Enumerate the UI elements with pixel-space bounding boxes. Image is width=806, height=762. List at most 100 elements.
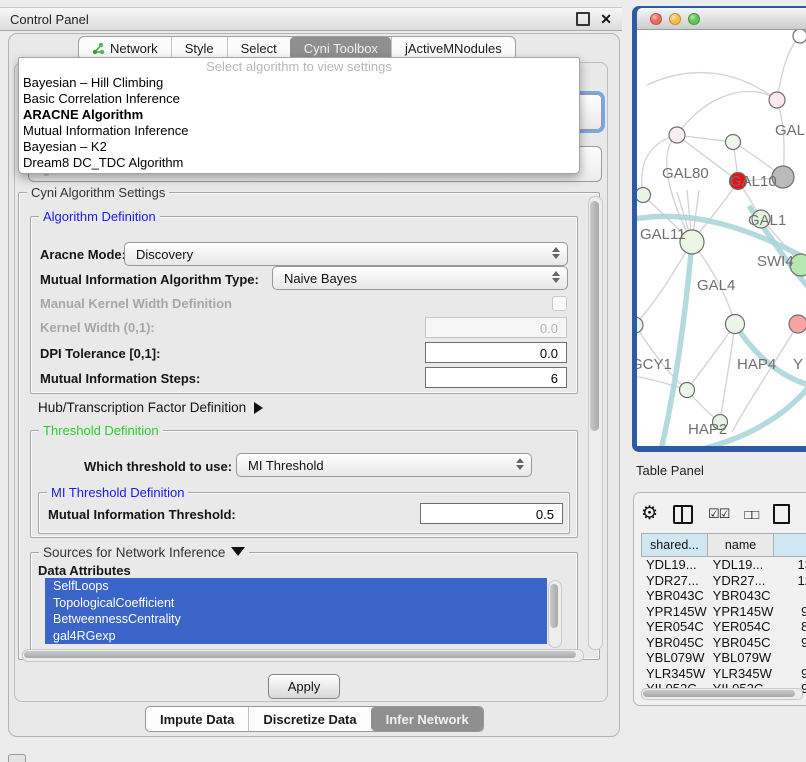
mi-threshold-input[interactable]: 0.5: [420, 503, 563, 524]
table-row[interactable]: YDR27...YDR27...12: [641, 573, 806, 589]
network-node-salmon-node[interactable]: [789, 315, 806, 333]
algorithm-option[interactable]: Bayesian – Hill Climbing: [19, 75, 579, 91]
table-cell[interactable]: YER054C: [708, 619, 775, 635]
network-node-GAL10[interactable]: [726, 135, 741, 150]
table-cell[interactable]: 12: [774, 573, 806, 589]
checked-pair-icon[interactable]: ☑☑: [708, 506, 729, 522]
table-column-header[interactable]: name: [708, 533, 775, 557]
algorithm-option[interactable]: Mutual Information Inference: [19, 123, 579, 139]
network-window-titlebar[interactable]: [637, 8, 806, 30]
network-edge[interactable]: [677, 91, 777, 135]
settings-horizontal-scrollbar-thumb[interactable]: [24, 651, 576, 658]
attributes-scrollbar-thumb[interactable]: [550, 584, 558, 628]
algorithm-option[interactable]: Dream8 DC_TDC Algorithm: [19, 155, 579, 171]
network-edge-thick[interactable]: [661, 242, 692, 446]
kernel-width-input[interactable]: 0.0: [425, 317, 567, 338]
algorithm-option[interactable]: Basic Correlation Inference: [19, 91, 579, 107]
table-cell[interactable]: YLR345W: [641, 666, 708, 682]
network-graph: GALGAL80GAL10GAL1GAL11SWI4GAL4GCY1HAP4YH…: [637, 30, 806, 446]
network-node-pink-top[interactable]: [769, 92, 785, 108]
aracne-mode-combo[interactable]: Discovery: [124, 242, 568, 266]
bottom-tab-impute-data[interactable]: Impute Data: [146, 707, 248, 731]
table-cell[interactable]: 9.: [774, 666, 806, 682]
sources-title[interactable]: Sources for Network Inference: [39, 545, 249, 560]
mi-steps-input[interactable]: 6: [425, 367, 567, 388]
network-node-HAP4[interactable]: [726, 315, 745, 334]
table-cell[interactable]: YPR145W: [641, 604, 708, 620]
table-cell[interactable]: YBR045C: [708, 635, 775, 651]
table-cell[interactable]: YDR27...: [641, 573, 708, 589]
gear-icon[interactable]: ⚙: [641, 504, 658, 524]
algorithm-option[interactable]: Bayesian – K2: [19, 139, 579, 155]
table-horizontal-scrollbar[interactable]: [641, 688, 803, 700]
table-cell[interactable]: [774, 588, 806, 604]
algorithm-option[interactable]: ARACNE Algorithm: [19, 107, 579, 123]
data-attribute-item[interactable]: gal4RGexp: [45, 628, 547, 645]
stepper-icon: [552, 247, 560, 259]
network-edge[interactable]: [777, 36, 800, 100]
apply-button[interactable]: Apply: [268, 674, 340, 699]
table-cell[interactable]: 9.: [774, 604, 806, 620]
table-cell[interactable]: YBR043C: [641, 588, 708, 604]
data-attribute-item[interactable]: BetweennessCentrality: [45, 611, 547, 628]
network-edge-thick[interactable]: [735, 324, 806, 386]
network-edge[interactable]: [647, 73, 777, 100]
mi-type-combo[interactable]: Naive Bayes: [272, 266, 568, 290]
data-attribute-item[interactable]: TopologicalCoefficient: [45, 595, 547, 612]
close-traffic-light-icon[interactable]: [650, 13, 662, 25]
bottom-tab-infer-network[interactable]: Infer Network: [371, 707, 483, 731]
table-row[interactable]: YBR045CYBR045C9.: [641, 635, 806, 651]
network-edge[interactable]: [720, 324, 735, 422]
table-cell[interactable]: [774, 650, 806, 666]
network-node-GCY1-green[interactable]: [637, 317, 643, 333]
unchecked-pair-icon[interactable]: □□: [744, 507, 758, 522]
minimize-traffic-light-icon[interactable]: [669, 13, 681, 25]
table-cell[interactable]: YDL19...: [641, 557, 708, 573]
hub-definition-toggle[interactable]: Hub/Transcription Factor Definition: [38, 400, 263, 415]
table-cell[interactable]: YLR345W: [708, 666, 775, 682]
table-row[interactable]: YDL19...YDL19...13: [641, 557, 806, 573]
table-cell[interactable]: YPR145W: [708, 604, 775, 620]
table-row[interactable]: YLR345WYLR345W9.: [641, 666, 806, 682]
split-columns-icon[interactable]: [673, 505, 693, 524]
table-column-header[interactable]: [774, 533, 806, 557]
table-cell[interactable]: YBR045C: [641, 635, 708, 651]
data-attributes-label: Data Attributes: [38, 563, 131, 578]
table-cell[interactable]: YER054C: [641, 619, 708, 635]
table-horizontal-scrollbar-thumb[interactable]: [643, 690, 795, 697]
table-cell[interactable]: YBL079W: [708, 650, 775, 666]
float-window-icon[interactable]: [576, 12, 590, 26]
close-icon[interactable]: ✕: [600, 14, 612, 24]
table-cell[interactable]: YDL19...: [708, 557, 775, 573]
table-row[interactable]: YER054CYER054C8.: [641, 619, 806, 635]
table-cell[interactable]: 13: [774, 557, 806, 573]
table-cell[interactable]: 9.: [774, 635, 806, 651]
table-row[interactable]: YBL079WYBL079W: [641, 650, 806, 666]
table-row[interactable]: YBR043CYBR043C: [641, 588, 806, 604]
table-cell[interactable]: 8.: [774, 619, 806, 635]
data-attribute-item[interactable]: SelfLoops: [45, 578, 547, 595]
settings-vertical-scrollbar[interactable]: [588, 196, 603, 650]
table-cell[interactable]: YBR043C: [708, 588, 775, 604]
network-node-top-partial[interactable]: [793, 30, 806, 43]
network-canvas[interactable]: GALGAL80GAL10GAL1GAL11SWI4GAL4GCY1HAP4YH…: [637, 30, 806, 446]
dpi-tolerance-input[interactable]: 0.0: [425, 342, 567, 363]
which-threshold-combo[interactable]: MI Threshold: [236, 453, 532, 477]
tab-label: Network: [110, 41, 158, 56]
table-row[interactable]: YPR145WYPR145W9.: [641, 604, 806, 620]
table-cell[interactable]: YBL079W: [641, 650, 708, 666]
network-node-HAP2[interactable]: [680, 383, 695, 398]
manual-kernel-width-checkbox[interactable]: [552, 296, 567, 311]
settings-vertical-scrollbar-thumb[interactable]: [590, 201, 599, 431]
attributes-scrollbar[interactable]: [548, 580, 562, 648]
network-node-GAL11[interactable]: [637, 188, 651, 203]
table-cell[interactable]: YDR27...: [708, 573, 775, 589]
zoom-traffic-light-icon[interactable]: [688, 13, 700, 25]
collapsed-panel-chip[interactable]: [8, 754, 26, 762]
network-edge[interactable]: [687, 324, 735, 390]
settings-horizontal-scrollbar[interactable]: [22, 649, 584, 662]
bottom-tab-discretize-data[interactable]: Discretize Data: [248, 707, 370, 731]
table-column-header[interactable]: shared...: [641, 533, 708, 557]
document-icon[interactable]: [773, 504, 790, 524]
network-node-GAL80[interactable]: [669, 127, 685, 143]
